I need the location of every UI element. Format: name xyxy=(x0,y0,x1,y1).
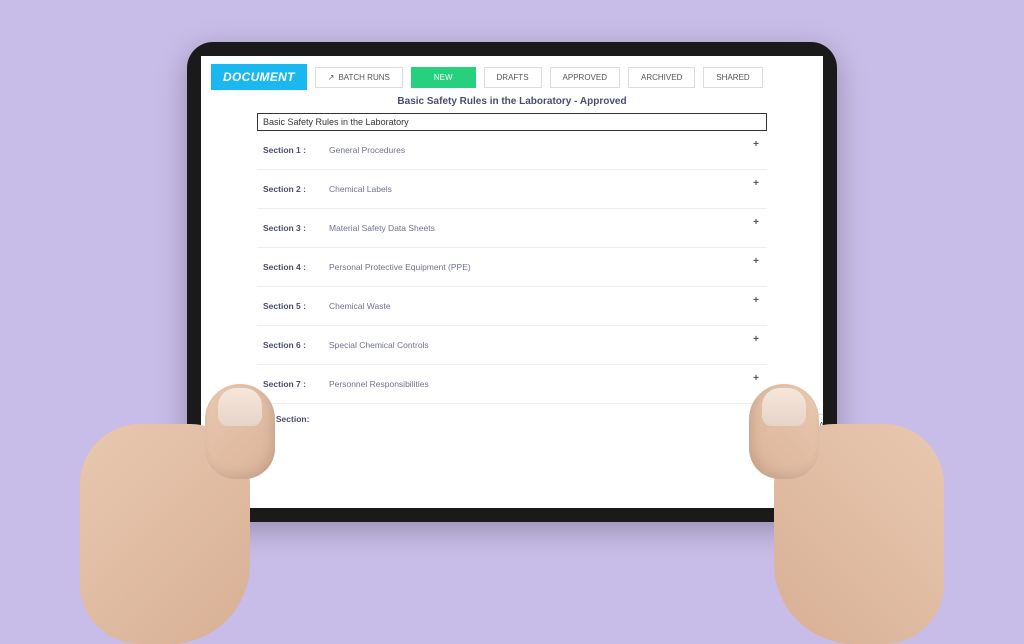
app-screen: DOCUMENT ↗ BATCH RUNS NEW DRAFTS APPROVE… xyxy=(201,56,823,508)
expand-icon[interactable]: + xyxy=(753,178,759,189)
content-area: Section 1 : General Procedures + Section… xyxy=(201,113,823,424)
section-label: Section 5 : xyxy=(263,301,323,311)
expand-icon[interactable]: + xyxy=(753,334,759,345)
section-row[interactable]: Section 3 : Material Safety Data Sheets … xyxy=(257,209,767,248)
secondary-button[interactable] xyxy=(799,445,823,468)
section-name: Personal Protective Equipment (PPE) xyxy=(329,262,471,272)
section-name: Special Chemical Controls xyxy=(329,340,429,350)
section-label: Section 6 : xyxy=(263,340,323,350)
side-actions: LAU xyxy=(799,414,823,468)
section-label: Section 7 : xyxy=(263,379,323,389)
top-toolbar: DOCUMENT ↗ BATCH RUNS NEW DRAFTS APPROVE… xyxy=(201,56,823,98)
expand-icon[interactable]: + xyxy=(753,295,759,306)
expand-icon[interactable]: + xyxy=(753,139,759,150)
expand-icon[interactable]: + xyxy=(753,373,759,384)
drafts-tab[interactable]: DRAFTS xyxy=(484,67,542,88)
expand-icon[interactable]: + xyxy=(753,256,759,267)
new-tab[interactable]: NEW xyxy=(411,67,476,88)
section-label: Section 4 : xyxy=(263,262,323,272)
section-label: Section 2 : xyxy=(263,184,323,194)
section-row[interactable]: Section 1 : General Procedures + xyxy=(257,131,767,170)
section-label: Section 1 : xyxy=(263,145,323,155)
archived-tab[interactable]: ARCHIVED xyxy=(628,67,695,88)
section-name: Material Safety Data Sheets xyxy=(329,223,435,233)
approved-tab[interactable]: APPROVED xyxy=(550,67,620,88)
document-badge: DOCUMENT xyxy=(211,64,307,90)
section-name: Chemical Waste xyxy=(329,301,391,311)
expand-icon[interactable]: + xyxy=(753,217,759,228)
shared-tab[interactable]: SHARED xyxy=(703,67,762,88)
arrow-up-icon: ↗ xyxy=(328,73,335,82)
batch-runs-tab[interactable]: ↗ BATCH RUNS xyxy=(315,67,403,88)
section-row[interactable]: Section 2 : Chemical Labels + xyxy=(257,170,767,209)
section-row[interactable]: Section 5 : Chemical Waste + xyxy=(257,287,767,326)
document-title-input[interactable] xyxy=(257,113,767,131)
section-row[interactable]: Section 4 : Personal Protective Equipmen… xyxy=(257,248,767,287)
section-name: General Procedures xyxy=(329,145,405,155)
section-name: Chemical Labels xyxy=(329,184,392,194)
tablet-frame: DOCUMENT ↗ BATCH RUNS NEW DRAFTS APPROVE… xyxy=(187,42,837,522)
batch-runs-label: BATCH RUNS xyxy=(338,73,389,82)
section-label: Section 3 : xyxy=(263,223,323,233)
section-row[interactable]: Section 6 : Special Chemical Controls + xyxy=(257,326,767,365)
launch-button[interactable]: LAU xyxy=(799,414,823,437)
add-section-label: Add Section: xyxy=(257,414,767,424)
section-row[interactable]: Section 7 : Personnel Responsibilities + xyxy=(257,365,767,404)
section-name: Personnel Responsibilities xyxy=(329,379,429,389)
page-title: Basic Safety Rules in the Laboratory - A… xyxy=(201,96,823,107)
